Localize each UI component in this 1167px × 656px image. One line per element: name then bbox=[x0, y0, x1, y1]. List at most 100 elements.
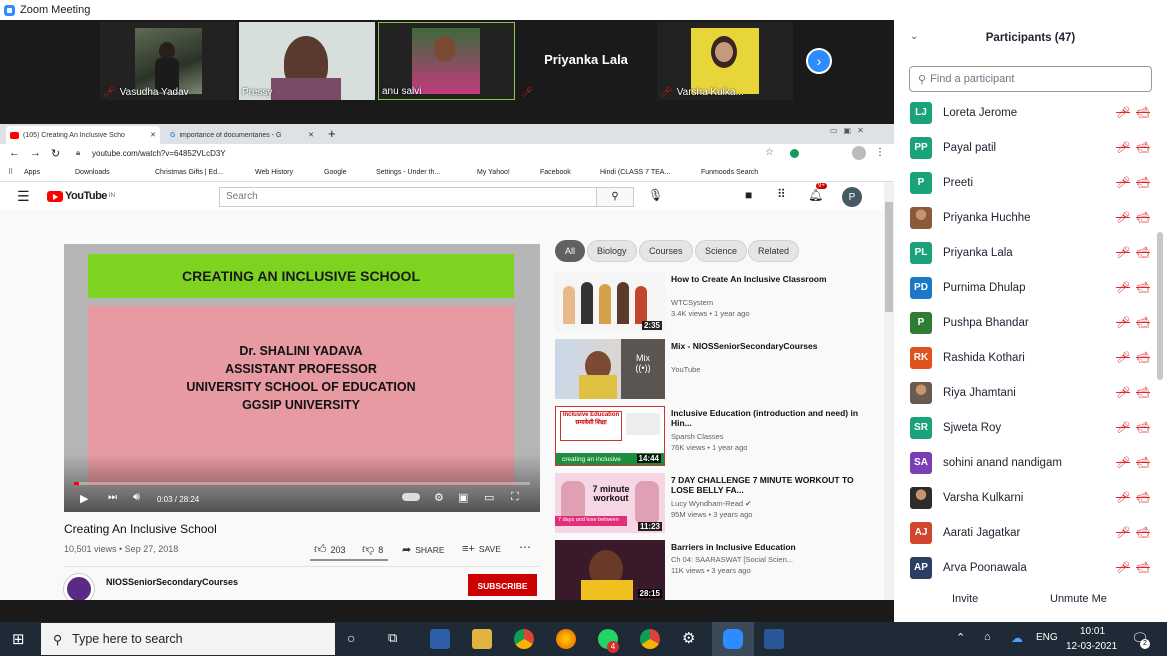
bookmark[interactable]: My Yahoo! bbox=[477, 169, 510, 176]
browser-window-controls[interactable]: ▭▣✕ bbox=[830, 126, 870, 135]
bookmark[interactable]: Hindi (CLASS 7 TEA... bbox=[600, 169, 670, 176]
save-button[interactable]: ≡+ SAVE bbox=[462, 543, 501, 555]
firefox-icon[interactable] bbox=[556, 629, 576, 649]
taskbar-zoom-active[interactable] bbox=[712, 622, 754, 656]
word-icon[interactable] bbox=[764, 629, 784, 649]
share-button[interactable]: ➦ SHARE bbox=[402, 543, 445, 556]
participant-row[interactable]: Riya Jhamtani 🎤︎ 📹︎ bbox=[910, 375, 1150, 410]
store-icon[interactable] bbox=[430, 629, 450, 649]
muted-mic-icon[interactable]: 🎤︎ bbox=[1116, 421, 1130, 434]
recommended-video[interactable]: 2:35 How to Create An Inclusive Classroo… bbox=[555, 272, 875, 332]
participant-row[interactable]: SA sohini anand nandigam 🎤︎ 📹︎ bbox=[910, 445, 1150, 480]
participant-row[interactable]: PD Purnima Dhulap 🎤︎ 📹︎ bbox=[910, 270, 1150, 305]
participant-row[interactable]: Priyanka Huchhe 🎤︎ 📹︎ bbox=[910, 200, 1150, 235]
channel-avatar[interactable] bbox=[64, 574, 94, 600]
muted-mic-icon[interactable]: 🎤︎ bbox=[1116, 316, 1130, 329]
youtube-search-input[interactable]: Search bbox=[219, 187, 597, 207]
browser-tab[interactable]: (105) Creating An Inclusive Scho ✕ bbox=[6, 126, 160, 144]
extension-icon[interactable] bbox=[790, 149, 799, 158]
filter-chip[interactable]: Biology bbox=[587, 240, 637, 262]
video-player[interactable]: CREATING AN INCLUSIVE SCHOOL Dr. SHALINI… bbox=[64, 244, 540, 512]
bookmark[interactable]: Web History bbox=[255, 169, 293, 176]
participant-row[interactable]: SR Sjweta Roy 🎤︎ 📹︎ bbox=[910, 410, 1150, 445]
next-video-icon[interactable]: ⏭︎ bbox=[108, 492, 117, 503]
video-tile[interactable]: 🎤︎ Vasudha Yadav bbox=[100, 22, 236, 100]
muted-mic-icon[interactable]: 🎤︎ bbox=[1116, 526, 1130, 539]
cortana-icon[interactable]: ○ bbox=[347, 630, 355, 646]
participant-row[interactable]: P Preeti 🎤︎ 📹︎ bbox=[910, 165, 1150, 200]
channel-name[interactable]: NIOSSeniorSecondaryCourses bbox=[106, 577, 238, 587]
apps-icon[interactable]: ⠿ bbox=[8, 168, 13, 176]
language-indicator[interactable]: ENG bbox=[1036, 632, 1058, 643]
autoplay-toggle[interactable] bbox=[402, 493, 420, 501]
muted-mic-icon[interactable]: 🎤︎ bbox=[1116, 211, 1130, 224]
volume-icon[interactable]: 🔊︎ bbox=[133, 491, 140, 504]
url-field[interactable]: youtube.com/watch?v=64852VLcD3Y bbox=[92, 149, 226, 158]
filter-chip[interactable]: Related bbox=[748, 240, 800, 262]
muted-mic-icon[interactable]: 🎤︎ bbox=[1116, 176, 1130, 189]
muted-mic-icon[interactable]: 🎤︎ bbox=[1116, 246, 1130, 259]
participant-row[interactable]: AP Arva Poonawala 🎤︎ 📹︎ bbox=[910, 550, 1150, 580]
bookmark[interactable]: Google bbox=[324, 169, 347, 176]
bookmark[interactable]: Apps bbox=[24, 169, 40, 176]
device-icon[interactable]: ⌂ bbox=[984, 631, 991, 643]
page-scrollbar[interactable] bbox=[884, 182, 894, 600]
progress-bar[interactable] bbox=[74, 482, 530, 485]
subscribe-button[interactable]: SUBSCRIBE bbox=[468, 574, 537, 596]
participant-row[interactable]: LJ Loreta Jerome 🎤︎ 📹︎ bbox=[910, 95, 1150, 130]
participant-row[interactable]: PP Payal patil 🎤︎ 📹︎ bbox=[910, 130, 1150, 165]
recommended-video[interactable]: 7 minute workout 7 days and lose between… bbox=[555, 473, 875, 533]
unmute-me-button[interactable]: Unmute Me bbox=[1050, 593, 1107, 605]
reload-icon[interactable]: ↻ bbox=[51, 147, 60, 160]
more-options-icon[interactable]: ⋯ bbox=[519, 540, 531, 554]
video-tile[interactable]: 🎤︎ Varsha Kulka... bbox=[657, 22, 793, 100]
search-button[interactable]: ⚲ bbox=[596, 187, 634, 207]
participant-search-input[interactable]: ⚲ Find a participant bbox=[909, 66, 1152, 92]
like-button[interactable]: 👍︎ 203 bbox=[314, 542, 346, 557]
video-tile-active[interactable]: anu salvi bbox=[378, 22, 515, 100]
dislike-button[interactable]: 👎︎ 8 bbox=[362, 542, 383, 557]
bookmark[interactable]: Funmoods Search bbox=[701, 169, 758, 176]
miniplayer-icon[interactable]: ▣ bbox=[458, 491, 468, 504]
account-avatar[interactable]: P bbox=[842, 187, 862, 207]
clock-date[interactable]: 12-03-2021 bbox=[1066, 641, 1117, 652]
recommended-video[interactable]: Inclusive Education समावेशी शिक्षा creati… bbox=[555, 406, 875, 466]
onedrive-cloud-icon[interactable]: ☁ bbox=[1011, 631, 1023, 645]
forward-icon[interactable]: → bbox=[30, 147, 41, 159]
participant-row[interactable]: P Pushpa Bhandar 🎤︎ 📹︎ bbox=[910, 305, 1150, 340]
tab-close-icon[interactable]: ✕ bbox=[308, 131, 314, 139]
clock-time[interactable]: 10:01 bbox=[1080, 626, 1105, 637]
fullscreen-icon[interactable]: ⛶ bbox=[511, 491, 519, 504]
browser-tab[interactable]: G importance of documentaries - G ✕ bbox=[166, 126, 318, 144]
create-video-icon[interactable]: ■ bbox=[745, 188, 752, 202]
recommended-video[interactable]: 28:15 Barriers in Inclusive Education Ch… bbox=[555, 540, 875, 600]
filter-chip[interactable]: Science bbox=[695, 240, 748, 262]
participant-row[interactable]: AJ Aarati Jagatkar 🎤︎ 📹︎ bbox=[910, 515, 1150, 550]
bookmark[interactable]: Settings - Under th... bbox=[376, 169, 440, 176]
next-page-button[interactable]: › bbox=[806, 48, 832, 74]
filter-chip[interactable]: All bbox=[555, 240, 586, 262]
filter-chip[interactable]: Courses bbox=[639, 240, 693, 262]
task-view-icon[interactable]: ⧉ bbox=[388, 630, 397, 646]
bell-icon[interactable]: 🔔︎ bbox=[808, 188, 823, 202]
play-icon[interactable]: ▶ bbox=[80, 492, 88, 505]
bookmark[interactable]: Downloads bbox=[75, 169, 110, 176]
bookmark[interactable]: Facebook bbox=[540, 169, 571, 176]
chrome-icon[interactable] bbox=[514, 629, 534, 649]
participant-list-scrollbar[interactable] bbox=[1157, 232, 1163, 380]
menu-kebab-icon[interactable]: ⋮ bbox=[875, 147, 885, 158]
muted-mic-icon[interactable]: 🎤︎ bbox=[1116, 386, 1130, 399]
muted-mic-icon[interactable]: 🎤︎ bbox=[1116, 141, 1130, 154]
windows-start-icon[interactable]: ⊞ bbox=[12, 630, 25, 648]
apps-grid-icon[interactable]: ⠿ bbox=[777, 187, 786, 201]
chrome-profile-icon[interactable] bbox=[640, 629, 660, 649]
profile-icon[interactable] bbox=[852, 146, 866, 160]
participant-row[interactable]: RK Rashida Kothari 🎤︎ 📹︎ bbox=[910, 340, 1150, 375]
recommended-mix[interactable]: Mix ((•)) Mix - NIOSSeniorSecondaryCourse… bbox=[555, 339, 875, 399]
show-hidden-icons-chevron[interactable]: ⌃ bbox=[956, 631, 965, 644]
star-icon[interactable]: ☆ bbox=[765, 147, 774, 158]
microphone-icon[interactable]: 🎙︎ bbox=[648, 188, 663, 202]
muted-mic-icon[interactable]: 🎤︎ bbox=[1116, 281, 1130, 294]
taskbar-search-box[interactable]: ⚲ Type here to search bbox=[41, 623, 335, 655]
video-tile[interactable]: Pressy bbox=[239, 22, 375, 100]
